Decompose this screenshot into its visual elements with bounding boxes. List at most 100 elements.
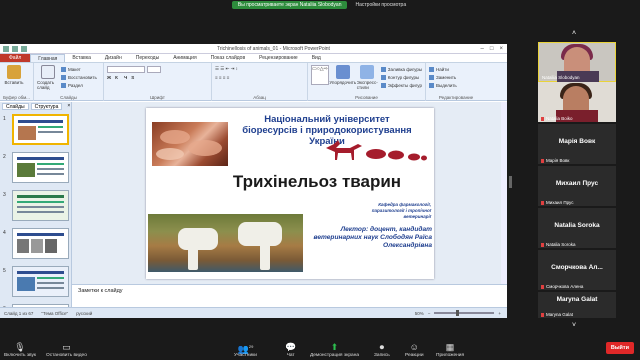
- tab-review[interactable]: Рецензирование: [252, 54, 305, 62]
- photo-raw-meat: [152, 122, 228, 166]
- notes-pane[interactable]: Заметки к слайду: [72, 284, 507, 307]
- slide-department: Кафедра фармакології, паразитології і тр…: [371, 202, 431, 219]
- tab-slides-pane[interactable]: Слайды: [2, 103, 29, 110]
- slide-thumbnails-pane: Слайды Структура × 1 2 3 4 5 6: [0, 102, 72, 318]
- video-tile[interactable]: Nataliia Slobodyan: [538, 42, 616, 83]
- tab-outline-pane[interactable]: Структура: [30, 103, 63, 110]
- shape-outline-button[interactable]: Контур фигуры: [380, 73, 422, 81]
- zoom-level[interactable]: 50%: [415, 311, 424, 316]
- tab-view[interactable]: Вид: [305, 54, 328, 62]
- section-button[interactable]: Раздел: [61, 81, 97, 89]
- zoom-toolbar: 🎙 Включить звук ▭ Остановить видео 👥29 Учас…: [0, 332, 640, 360]
- underline-icon[interactable]: Ч: [124, 75, 127, 80]
- tab-transitions[interactable]: Переходы: [129, 54, 166, 62]
- tab-home[interactable]: Главная: [30, 54, 66, 62]
- record-icon: ⏺: [379, 342, 385, 352]
- select-button[interactable]: Выделить: [429, 81, 483, 89]
- unmute-button[interactable]: 🎙 Включить звук: [4, 341, 36, 358]
- chat-button[interactable]: 💬 Чат: [285, 341, 296, 358]
- video-tile[interactable]: Natalia Boiko: [538, 82, 616, 122]
- bold-icon[interactable]: Ж: [107, 75, 111, 80]
- align-icons[interactable]: ≡ ≡ ≡ ≡: [215, 73, 304, 81]
- thumb-number: 4: [3, 230, 6, 236]
- participant-gallery: Nataliia Slobodyan Natalia Boiko Марія В…: [538, 38, 616, 320]
- language[interactable]: русский: [76, 311, 92, 316]
- strike-icon[interactable]: S: [131, 75, 134, 80]
- name-tile[interactable]: Maryna Galat Maryna Galat: [538, 292, 616, 318]
- shapes-gallery[interactable]: ▭○△⇨: [311, 65, 329, 85]
- replace-button[interactable]: Заменить: [429, 73, 483, 81]
- close-icon[interactable]: ×: [499, 46, 503, 52]
- save-icon[interactable]: [3, 45, 9, 52]
- bullets-icon[interactable]: ☰ ☰ ⇤ ⇥ ↕: [215, 65, 304, 73]
- share-screen-icon: ⬆: [330, 342, 339, 352]
- slide-thumbnail-4[interactable]: [12, 228, 69, 259]
- participant-name: Natalia Boiko: [546, 116, 573, 121]
- mic-muted-icon: 🎙: [14, 342, 26, 352]
- participant-name: Михаил Прус: [546, 200, 574, 205]
- maximize-icon[interactable]: □: [490, 46, 494, 52]
- tab-slideshow[interactable]: Показ слайдов: [204, 54, 252, 62]
- reactions-button[interactable]: ☺ Реакции: [405, 341, 424, 358]
- quick-styles-button[interactable]: Экспресс-стили: [357, 65, 378, 99]
- shape-fill-button[interactable]: Заливка фигуры: [380, 65, 422, 73]
- slide-thumbnail-3[interactable]: [12, 190, 69, 221]
- find-button[interactable]: Найти: [429, 65, 483, 73]
- slide-thumbnail-1[interactable]: [12, 114, 69, 145]
- chat-icon: 💬: [285, 342, 297, 352]
- stop-video-button[interactable]: ▭ Остановить видео: [46, 341, 87, 358]
- tab-animations[interactable]: Анимация: [166, 54, 203, 62]
- participant-display-name: Maryna Galat: [556, 296, 598, 303]
- undo-icon[interactable]: [12, 45, 18, 52]
- section-icon: [61, 82, 66, 88]
- tab-design[interactable]: Дизайн: [98, 54, 129, 62]
- view-options-button[interactable]: Настройки просмотра: [355, 2, 406, 8]
- record-button[interactable]: ⏺ Запись: [374, 341, 390, 358]
- reset-button[interactable]: Восстановить: [61, 73, 97, 81]
- animal-silhouettes: [326, 140, 427, 161]
- layout-button[interactable]: Макет: [61, 65, 97, 73]
- zoom-in-icon[interactable]: +: [498, 311, 501, 316]
- participant-display-name: Михаил Прус: [555, 180, 599, 187]
- arrange-button[interactable]: Упорядочить: [329, 65, 356, 99]
- tab-file[interactable]: Файл: [0, 54, 31, 62]
- zoom-out-icon[interactable]: −: [428, 311, 431, 316]
- chevron-down-icon[interactable]: ˅: [568, 322, 580, 330]
- new-slide-button[interactable]: Создать слайд: [37, 65, 59, 99]
- viewing-indicator: Вы просматриваете экран Nataliia Slobody…: [231, 0, 348, 9]
- font-family-select[interactable]: [107, 65, 145, 73]
- slide-thumbnail-5[interactable]: [12, 266, 69, 297]
- current-slide[interactable]: Національний університет біоресурсів і п…: [146, 108, 434, 279]
- mouse-silhouette-icon: [421, 155, 427, 161]
- participant-display-name: Марія Вовк: [558, 138, 596, 145]
- slide-thumbnail-2[interactable]: [12, 152, 69, 183]
- participant-name: Марія Вовк: [546, 158, 570, 163]
- zoom-top-bar: Вы просматриваете экран Nataliia Slobody…: [0, 0, 640, 9]
- name-tile[interactable]: Марія Вовк Марія Вовк: [538, 124, 616, 164]
- participants-icon: 👥29: [237, 344, 254, 354]
- redo-icon[interactable]: [21, 45, 27, 52]
- name-tile[interactable]: Сморчкова Ал... Сморчкова Алена: [538, 250, 616, 290]
- share-screen-button[interactable]: ⬆ Демонстрация экрана: [310, 341, 359, 358]
- font-size-select[interactable]: [147, 65, 161, 73]
- apps-button[interactable]: ▦ Приложения: [436, 341, 464, 358]
- zoom-slider[interactable]: [434, 310, 495, 316]
- shape-effects-button[interactable]: Эффекты фигур: [380, 81, 422, 89]
- name-tile[interactable]: Михаил Прус Михаил Прус: [538, 166, 616, 206]
- editing-group: Найти Заменить Выделить Редактирование: [426, 63, 486, 101]
- participant-display-name: Сморчкова Ал...: [551, 264, 603, 271]
- minimize-icon[interactable]: –: [481, 46, 484, 52]
- quick-access-toolbar: [3, 45, 27, 52]
- camera-icon: ▭: [62, 342, 71, 352]
- paste-button[interactable]: Вставить: [3, 65, 25, 85]
- name-tile[interactable]: Natalia Soroka Natalia Soroka: [538, 208, 616, 248]
- tab-insert[interactable]: Вставка: [65, 54, 98, 62]
- participants-button[interactable]: 👥29 Участники: [234, 341, 257, 358]
- leave-button[interactable]: Выйти: [605, 342, 634, 354]
- chevron-up-icon[interactable]: ˄: [568, 30, 580, 38]
- gallery-splitter[interactable]: [509, 176, 512, 188]
- vertical-scrollbar[interactable]: [501, 102, 507, 284]
- italic-icon[interactable]: К: [115, 75, 120, 80]
- reset-icon: [61, 74, 66, 80]
- layout-icon: [61, 66, 66, 72]
